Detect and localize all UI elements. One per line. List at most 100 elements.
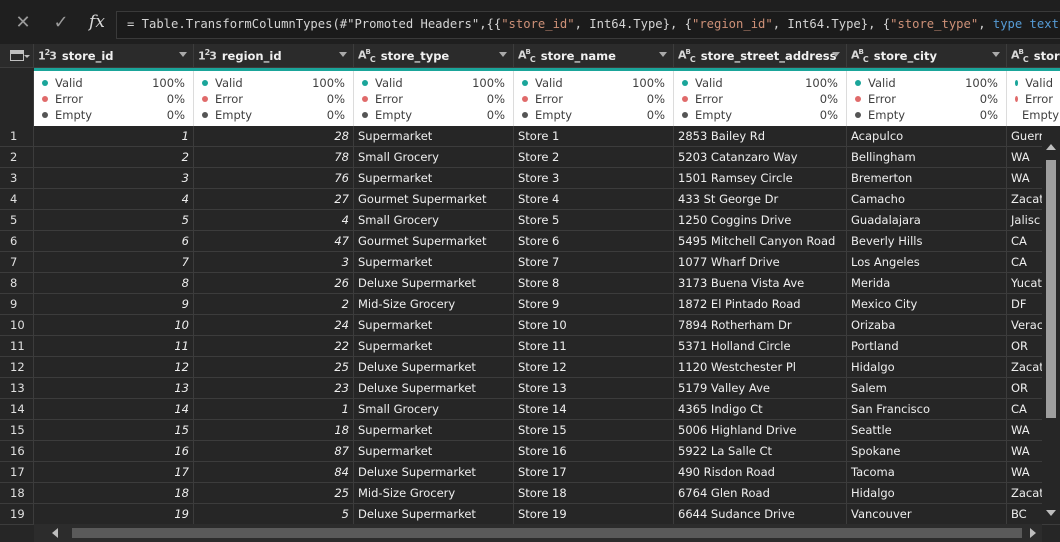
cell-store-id[interactable]: 15 <box>34 420 194 441</box>
table-row[interactable]: 10 10 24 Supermarket Store 10 7894 Rotherham … <box>0 315 1060 336</box>
text-type-icon[interactable]: ABC <box>518 48 536 64</box>
cell-store-city[interactable]: Hidalgo <box>847 357 1007 378</box>
cell-store-city[interactable]: Vancouver <box>847 504 1007 525</box>
cell-store-name[interactable]: Store 16 <box>514 441 674 462</box>
cell-store-name[interactable]: Store 1 <box>514 126 674 147</box>
cell-store-name[interactable]: Store 18 <box>514 483 674 504</box>
cell-store-name[interactable]: Store 4 <box>514 189 674 210</box>
cell-store-type[interactable]: Small Grocery <box>354 210 514 231</box>
cell-store-street-address[interactable]: 4365 Indigo Ct <box>674 399 847 420</box>
cell-store-city[interactable]: Bellingham <box>847 147 1007 168</box>
cell-store-street-address[interactable]: 1501 Ramsey Circle <box>674 168 847 189</box>
row-number[interactable]: 15 <box>0 420 34 441</box>
text-type-icon[interactable]: ABC <box>1011 48 1029 64</box>
cell-store-city[interactable]: Hidalgo <box>847 483 1007 504</box>
scroll-up-icon[interactable] <box>1046 144 1056 150</box>
row-number[interactable]: 10 <box>0 315 34 336</box>
cell-region-id[interactable]: 87 <box>194 441 354 462</box>
row-number[interactable]: 3 <box>0 168 34 189</box>
cell-store-name[interactable]: Store 2 <box>514 147 674 168</box>
scroll-left-icon[interactable] <box>52 528 58 538</box>
cell-store-name[interactable]: Store 15 <box>514 420 674 441</box>
cell-store-street-address[interactable]: 3173 Buena Vista Ave <box>674 273 847 294</box>
cell-store-name[interactable]: Store 12 <box>514 357 674 378</box>
cell-store-id[interactable]: 18 <box>34 483 194 504</box>
cell-region-id[interactable]: 26 <box>194 273 354 294</box>
cell-store-city[interactable]: Los Angeles <box>847 252 1007 273</box>
cell-region-id[interactable]: 28 <box>194 126 354 147</box>
number-type-icon[interactable]: 123 <box>198 48 217 63</box>
row-number[interactable]: 16 <box>0 441 34 462</box>
cell-store-city[interactable]: San Francisco <box>847 399 1007 420</box>
cell-store-name[interactable]: Store 11 <box>514 336 674 357</box>
cell-store-name[interactable]: Store 8 <box>514 273 674 294</box>
cell-store-street-address[interactable]: 5495 Mitchell Canyon Road <box>674 231 847 252</box>
row-number[interactable]: 8 <box>0 273 34 294</box>
cell-store-type[interactable]: Deluxe Supermarket <box>354 357 514 378</box>
cell-store-type[interactable]: Supermarket <box>354 126 514 147</box>
cell-store-street-address[interactable]: 6764 Glen Road <box>674 483 847 504</box>
horizontal-scrollbar[interactable] <box>34 524 1042 542</box>
column-header-store-name[interactable]: ABC store_name <box>514 44 674 68</box>
table-row[interactable]: 16 16 87 Supermarket Store 16 5922 La Salle C… <box>0 441 1060 462</box>
row-number[interactable]: 18 <box>0 483 34 504</box>
vertical-scrollbar[interactable] <box>1042 126 1060 522</box>
cell-store-id[interactable]: 19 <box>34 504 194 525</box>
table-row[interactable]: 9 9 2 Mid-Size Grocery Store 9 1872 El Pintad… <box>0 294 1060 315</box>
cell-store-street-address[interactable]: 5371 Holland Circle <box>674 336 847 357</box>
table-row[interactable]: 13 13 23 Deluxe Supermarket Store 13 5179 Val… <box>0 378 1060 399</box>
cell-region-id[interactable]: 5 <box>194 504 354 525</box>
cell-store-city[interactable]: Mexico City <box>847 294 1007 315</box>
table-row[interactable]: 15 15 18 Supermarket Store 15 5006 Highland D… <box>0 420 1060 441</box>
cell-store-type[interactable]: Deluxe Supermarket <box>354 273 514 294</box>
table-row[interactable]: 17 17 84 Deluxe Supermarket Store 17 490 Risd… <box>0 462 1060 483</box>
cell-store-street-address[interactable]: 1120 Westchester Pl <box>674 357 847 378</box>
filter-dropdown-icon[interactable] <box>339 52 347 57</box>
cell-store-id[interactable]: 9 <box>34 294 194 315</box>
cell-region-id[interactable]: 2 <box>194 294 354 315</box>
cell-store-city[interactable]: Guadalajara <box>847 210 1007 231</box>
cell-store-street-address[interactable]: 1077 Wharf Drive <box>674 252 847 273</box>
table-row[interactable]: 1 1 28 Supermarket Store 1 2853 Bailey Rd Acap… <box>0 126 1060 147</box>
cell-store-city[interactable]: Seattle <box>847 420 1007 441</box>
filter-dropdown-icon[interactable] <box>832 52 840 57</box>
table-row[interactable]: 6 6 47 Gourmet Supermarket Store 6 5495 Mitch… <box>0 231 1060 252</box>
table-row[interactable]: 4 4 27 Gourmet Supermarket Store 4 433 St Geo… <box>0 189 1060 210</box>
cell-store-id[interactable]: 7 <box>34 252 194 273</box>
cell-store-street-address[interactable]: 5203 Catanzaro Way <box>674 147 847 168</box>
cell-store-id[interactable]: 4 <box>34 189 194 210</box>
table-row[interactable]: 2 2 78 Small Grocery Store 2 5203 Catanzaro W… <box>0 147 1060 168</box>
cell-region-id[interactable]: 78 <box>194 147 354 168</box>
cell-region-id[interactable]: 24 <box>194 315 354 336</box>
cell-store-city[interactable]: Merida <box>847 273 1007 294</box>
cell-store-city[interactable]: Portland <box>847 336 1007 357</box>
vertical-scroll-thumb[interactable] <box>1046 160 1056 418</box>
cell-store-id[interactable]: 13 <box>34 378 194 399</box>
cell-store-city[interactable]: Tacoma <box>847 462 1007 483</box>
cell-store-street-address[interactable]: 6644 Sudance Drive <box>674 504 847 525</box>
cell-store-id[interactable]: 14 <box>34 399 194 420</box>
cell-store-type[interactable]: Supermarket <box>354 420 514 441</box>
cell-store-name[interactable]: Store 6 <box>514 231 674 252</box>
column-header-store-id[interactable]: 123 store_id <box>34 44 194 68</box>
cell-store-name[interactable]: Store 5 <box>514 210 674 231</box>
cell-region-id[interactable]: 18 <box>194 420 354 441</box>
cell-store-name[interactable]: Store 3 <box>514 168 674 189</box>
row-number[interactable]: 11 <box>0 336 34 357</box>
cell-store-id[interactable]: 16 <box>34 441 194 462</box>
filter-dropdown-icon[interactable] <box>179 52 187 57</box>
row-number[interactable]: 2 <box>0 147 34 168</box>
row-number[interactable]: 9 <box>0 294 34 315</box>
row-number[interactable]: 4 <box>0 189 34 210</box>
table-row[interactable]: 18 18 25 Mid-Size Grocery Store 18 6764 Glen … <box>0 483 1060 504</box>
table-row[interactable]: 3 3 76 Supermarket Store 3 1501 Ramsey Circle… <box>0 168 1060 189</box>
cell-store-id[interactable]: 1 <box>34 126 194 147</box>
cell-store-street-address[interactable]: 1872 El Pintado Road <box>674 294 847 315</box>
cell-store-name[interactable]: Store 17 <box>514 462 674 483</box>
cell-region-id[interactable]: 22 <box>194 336 354 357</box>
table-row[interactable]: 5 5 4 Small Grocery Store 5 1250 Coggins Driv… <box>0 210 1060 231</box>
cell-store-city[interactable]: Acapulco <box>847 126 1007 147</box>
column-header-store[interactable]: ABC store <box>1007 44 1060 68</box>
cell-store-type[interactable]: Mid-Size Grocery <box>354 294 514 315</box>
number-type-icon[interactable]: 123 <box>38 48 57 63</box>
